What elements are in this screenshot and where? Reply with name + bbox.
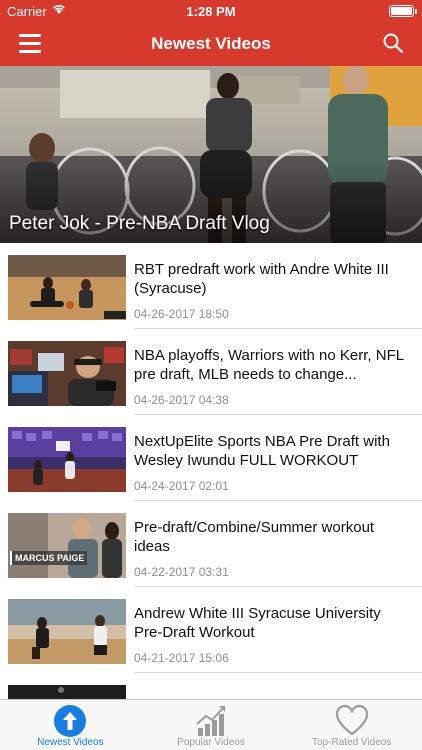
battery-icon	[389, 5, 417, 17]
page-title: Newest Videos	[151, 34, 271, 53]
video-title: Pre-draft/Combine/Summer workout ideas	[134, 519, 375, 555]
tab-popular-videos[interactable]: Popular Videos	[141, 700, 282, 750]
status-bar: Carrier 1:28 PM	[0, 0, 422, 22]
tab-label: Top-Rated Videos	[312, 737, 392, 748]
video-thumbnail: MARCUS PAIGE	[8, 513, 126, 578]
video-thumbnail	[8, 427, 126, 492]
video-date: 04-26-2017 04:38	[134, 393, 229, 407]
video-title: RBT predraft work with Andre White III (…	[134, 261, 389, 297]
tab-bar: Newest Videos Popular Videos Top-Rated V…	[0, 699, 422, 750]
video-list-item[interactable]: NBA playoffs, Warriors with no Kerr, NFL…	[0, 329, 422, 415]
video-date: 04-21-2017 15:06	[134, 651, 229, 665]
search-icon[interactable]	[382, 32, 404, 54]
arrow-up-circle-icon	[54, 705, 87, 737]
video-title: NextUpElite Sports NBA Pre Draft with We…	[134, 433, 390, 469]
video-title: Andrew White III Syracuse University Pre…	[134, 605, 381, 641]
tab-label: Newest Videos	[37, 737, 104, 748]
heart-icon	[335, 704, 368, 736]
video-list-item[interactable]: NextUpElite Sports NBA Pre Draft with We…	[0, 415, 422, 501]
video-list: RBT predraft work with Andre White III (…	[0, 243, 422, 699]
tab-top-rated-videos[interactable]: Top-Rated Videos	[281, 700, 422, 750]
thumbnail-caption: MARCUS PAIGE	[10, 551, 88, 565]
chart-trend-icon	[196, 706, 225, 736]
video-thumbnail	[8, 599, 126, 664]
video-date: 04-26-2017 18:50	[134, 307, 229, 321]
video-list-item[interactable]: MARCUS PAIGE Pre-draft/Combine/Summer wo…	[0, 501, 422, 587]
video-thumbnail	[8, 341, 126, 406]
status-time: 1:28 PM	[186, 4, 236, 19]
tab-newest-videos[interactable]: Newest Videos	[0, 700, 141, 750]
video-list-item[interactable]: Andrew White III Syracuse University Pre…	[0, 587, 422, 673]
video-list-item-partial[interactable]	[0, 673, 422, 699]
video-thumbnail	[8, 685, 126, 699]
featured-video-title: Peter Jok - Pre-NBA Draft Vlog	[9, 213, 270, 234]
video-title: NBA playoffs, Warriors with no Kerr, NFL…	[134, 347, 404, 383]
video-list-item[interactable]: RBT predraft work with Andre White III (…	[0, 243, 422, 329]
video-thumbnail	[8, 255, 126, 320]
navigation-bar: Newest Videos	[0, 22, 422, 66]
video-date: 04-22-2017 03:31	[134, 565, 229, 579]
featured-video[interactable]: Peter Jok - Pre-NBA Draft Vlog	[0, 66, 422, 243]
app-screen: Carrier 1:28 PM Newest Videos Peter Jok …	[0, 0, 422, 750]
video-date: 04-24-2017 02:01	[134, 479, 229, 493]
tab-label: Popular Videos	[177, 737, 245, 748]
